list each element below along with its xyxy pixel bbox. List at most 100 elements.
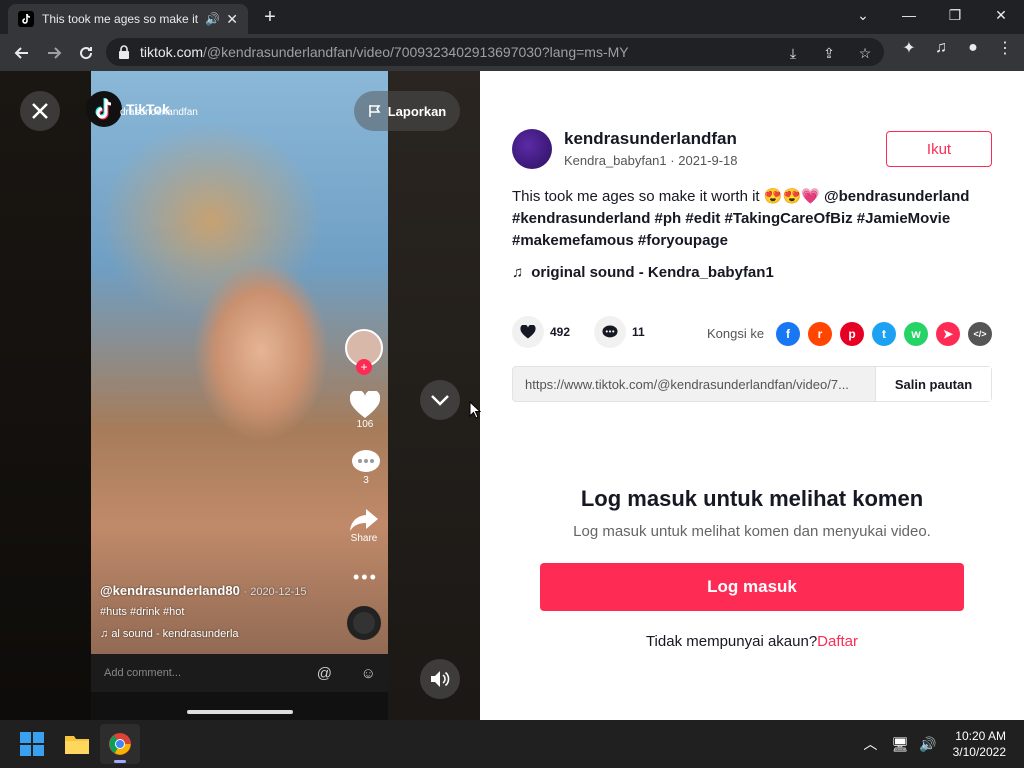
speaker-icon xyxy=(431,671,450,687)
report-label: Laporkan xyxy=(387,103,447,119)
comment-bubble-icon xyxy=(352,450,380,472)
signup-link[interactable]: Daftar xyxy=(817,633,858,650)
system-clock[interactable]: 10:20 AM 3/10/2022 xyxy=(953,728,1024,760)
chrome-taskbar-button[interactable] xyxy=(100,724,140,764)
music-disc-icon[interactable] xyxy=(347,606,381,640)
tiktok-logo-user: drasunderlandfan xyxy=(120,107,198,118)
facebook-icon[interactable]: f xyxy=(776,322,800,346)
tiktok-favicon-icon xyxy=(18,11,34,27)
description-hashtags[interactable]: #kendrasunderland #ph #edit #TakingCareO… xyxy=(512,210,950,249)
reload-button[interactable] xyxy=(70,37,102,69)
video-comment[interactable]: 3 xyxy=(352,449,380,486)
music-note-icon: ♫ xyxy=(100,628,109,640)
video-creator-avatar[interactable]: + xyxy=(345,329,383,375)
video-backdrop-left xyxy=(0,71,91,720)
video-like[interactable]: 106 xyxy=(350,391,380,430)
video-comment-placeholder: Add comment... xyxy=(104,667,182,679)
video-caption-user: @kendrasunderland80 xyxy=(100,583,240,598)
next-video-button[interactable] xyxy=(420,380,460,420)
reload-icon xyxy=(80,47,93,60)
tiktok-logo-icon xyxy=(86,91,122,127)
volume-tray-icon[interactable]: 🔊 xyxy=(919,736,936,753)
video-share[interactable]: Share xyxy=(350,507,378,544)
video-player[interactable]: + 106 3 Share ••• @kendrasunderland80 · … xyxy=(91,71,388,720)
follow-plus-icon[interactable]: + xyxy=(356,359,372,375)
lock-icon xyxy=(119,45,129,59)
tab-audio-icon[interactable]: 🔊 xyxy=(205,12,220,26)
media-control-icon[interactable]: ♫ xyxy=(930,37,952,59)
restore-button[interactable]: ❐ xyxy=(932,0,978,30)
back-arrow-icon xyxy=(14,47,28,59)
close-video-button[interactable] xyxy=(20,91,60,131)
forward-arrow-icon xyxy=(48,47,62,59)
clock-date: 3/10/2022 xyxy=(952,745,1006,759)
pinterest-icon[interactable]: p xyxy=(840,322,864,346)
volume-button[interactable] xyxy=(420,659,460,699)
reddit-icon[interactable]: r xyxy=(808,322,832,346)
author-subline: Kendra_babyfan1 · 2021-9-18 xyxy=(564,153,738,168)
file-explorer-button[interactable] xyxy=(57,724,97,764)
tab-search-icon[interactable]: ⌄ xyxy=(840,0,886,30)
browser-tab[interactable]: This took me ages so make it 🔊 ✕ xyxy=(8,4,248,34)
twitter-icon[interactable]: t xyxy=(872,322,896,346)
description-text: This took me ages so make it worth it 😍😍… xyxy=(512,188,824,205)
follow-button[interactable]: Ikut xyxy=(886,131,992,167)
share-to-label: Kongsi ke xyxy=(707,326,765,341)
windows-logo-icon xyxy=(20,732,44,756)
embed-icon[interactable]: </> xyxy=(968,322,992,346)
url-host: tiktok.com xyxy=(140,44,204,60)
menu-kebab-icon[interactable]: ⋮ xyxy=(994,37,1016,59)
share-arrow-icon xyxy=(350,509,378,531)
forward-button[interactable] xyxy=(38,37,70,69)
comment-count: 11 xyxy=(632,325,645,339)
tab-close-icon[interactable]: ✕ xyxy=(226,11,238,28)
copy-link-button[interactable]: Salin pautan xyxy=(875,367,991,401)
bookmark-star-icon[interactable]: ☆ xyxy=(854,42,876,64)
whatsapp-icon[interactable]: w xyxy=(904,322,928,346)
author-name[interactable]: kendrasunderlandfan xyxy=(564,129,737,149)
video-description: This took me ages so make it worth it 😍😍… xyxy=(512,186,996,252)
back-button[interactable] xyxy=(6,37,38,69)
extensions-icon[interactable]: ✦ xyxy=(898,37,920,59)
emoji-icon[interactable]: ☺ xyxy=(361,665,376,682)
install-icon[interactable]: ⤓ xyxy=(782,42,804,64)
start-button[interactable] xyxy=(12,724,52,764)
report-button[interactable]: Laporkan xyxy=(354,91,460,131)
description-mention[interactable]: @bendrasunderland xyxy=(824,188,969,205)
network-icon[interactable]: 🖥 xyxy=(891,736,909,753)
video-caption-date: 2020-12-15 xyxy=(250,586,307,598)
browser-tab-strip: This took me ages so make it 🔊 ✕ + ⌄ — ❐… xyxy=(0,0,1024,34)
browser-toolbar: tiktok.com /@kendrasunderlandfan/video/7… xyxy=(0,34,1024,71)
system-tray: ︿ 🖥 🔊 10:20 AM 3/10/2022 xyxy=(863,720,1024,768)
tiktok-logo: TikTok drasunderlandfan xyxy=(86,91,198,127)
video-home-indicator xyxy=(91,692,388,720)
like-button[interactable] xyxy=(512,316,544,348)
telegram-icon[interactable]: ➤ xyxy=(936,322,960,346)
author-avatar[interactable] xyxy=(512,129,552,169)
more-options-icon[interactable]: ••• xyxy=(353,567,378,588)
video-comment-bar[interactable]: Add comment... @ ☺ xyxy=(91,654,388,692)
music-title: original sound - Kendra_babyfan1 xyxy=(531,264,774,281)
folder-icon xyxy=(65,736,89,754)
video-link-url[interactable]: https://www.tiktok.com/@kendrasunderland… xyxy=(513,377,875,392)
new-tab-button[interactable]: + xyxy=(258,6,282,30)
no-account-text: Tidak mempunyai akaun? xyxy=(645,633,818,650)
chevron-up-icon[interactable]: ︿ xyxy=(863,734,877,754)
share-page-icon[interactable]: ⇪ xyxy=(818,42,840,64)
close-window-button[interactable]: ✕ xyxy=(978,0,1024,30)
video-area: + 106 3 Share ••• @kendrasunderland80 · … xyxy=(0,71,480,720)
flag-icon xyxy=(368,105,381,117)
windows-taskbar: ︿ 🖥 🔊 10:20 AM 3/10/2022 xyxy=(0,720,1024,768)
music-link[interactable]: ♫ original sound - Kendra_babyfan1 xyxy=(512,264,774,281)
comment-button[interactable] xyxy=(594,316,627,348)
minimize-button[interactable]: — xyxy=(886,0,932,30)
profile-icon[interactable]: ● xyxy=(962,37,984,59)
login-button[interactable]: Log masuk xyxy=(540,563,964,611)
address-bar[interactable]: tiktok.com /@kendrasunderlandfan/video/7… xyxy=(106,38,884,66)
heart-icon xyxy=(350,391,380,418)
mention-icon[interactable]: @ xyxy=(317,665,332,682)
mouse-cursor-icon xyxy=(469,401,481,419)
video-share-label: Share xyxy=(350,533,378,544)
signup-line: Tidak mempunyai akaun?Daftar xyxy=(480,633,1024,650)
author-handle: Kendra_babyfan1 xyxy=(564,153,667,168)
